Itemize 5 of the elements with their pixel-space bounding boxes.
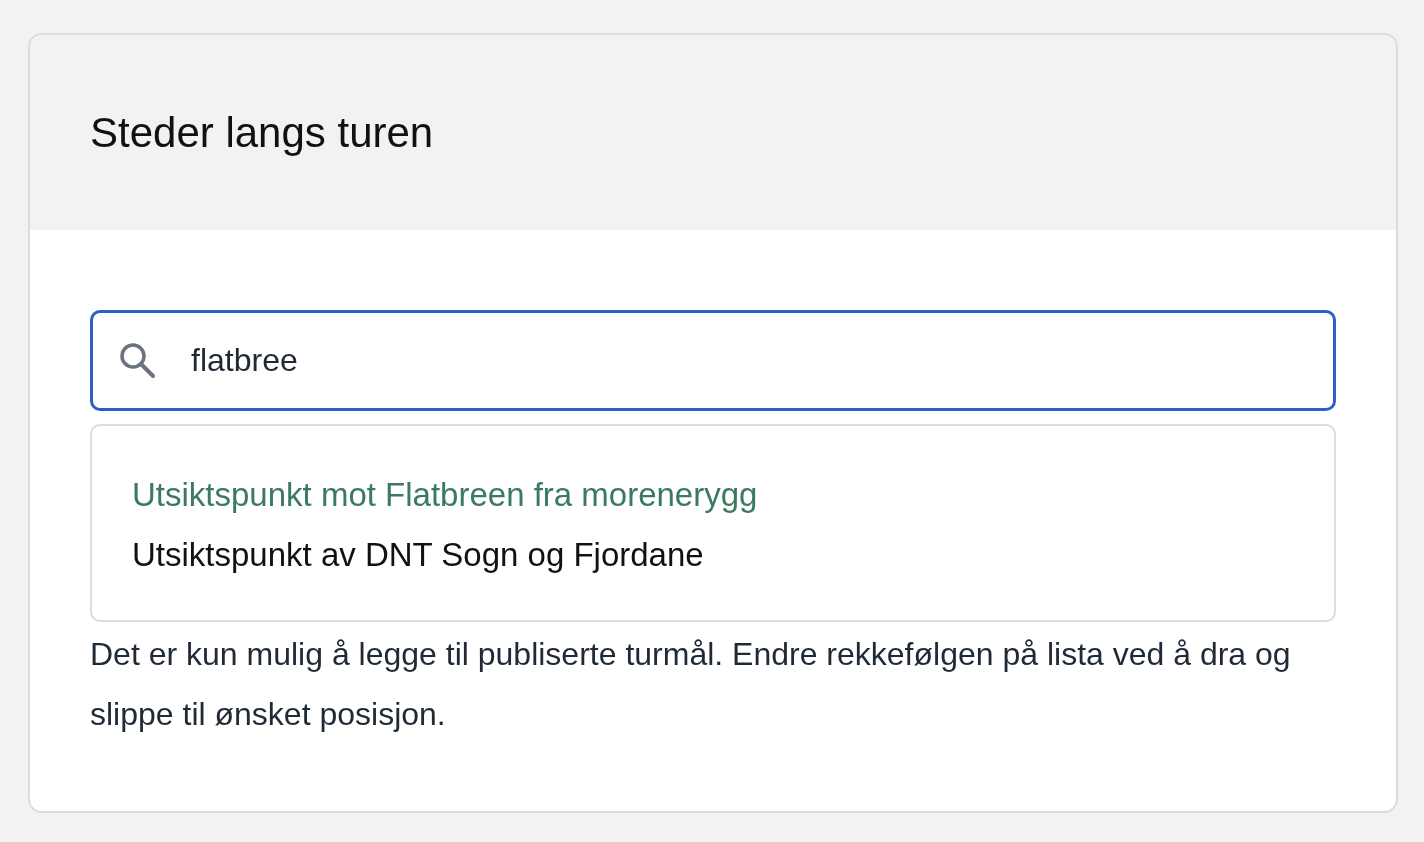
help-text: Det er kun mulig å legge til publiserte turmål. Endre rekkefølgen på lista ved å dra og slippe til ønsket posisjon.	[90, 635, 1292, 734]
panel-title: Steder langs turen	[90, 108, 434, 157]
search-field[interactable]: flatbree	[90, 310, 1336, 411]
suggestion-item[interactable]: Utsiktspunkt av DNT Sogn og Fjordane	[132, 534, 1294, 576]
suggestion-item[interactable]: Utsiktspunkt mot Flatbreen fra morenerygg	[132, 474, 1294, 516]
